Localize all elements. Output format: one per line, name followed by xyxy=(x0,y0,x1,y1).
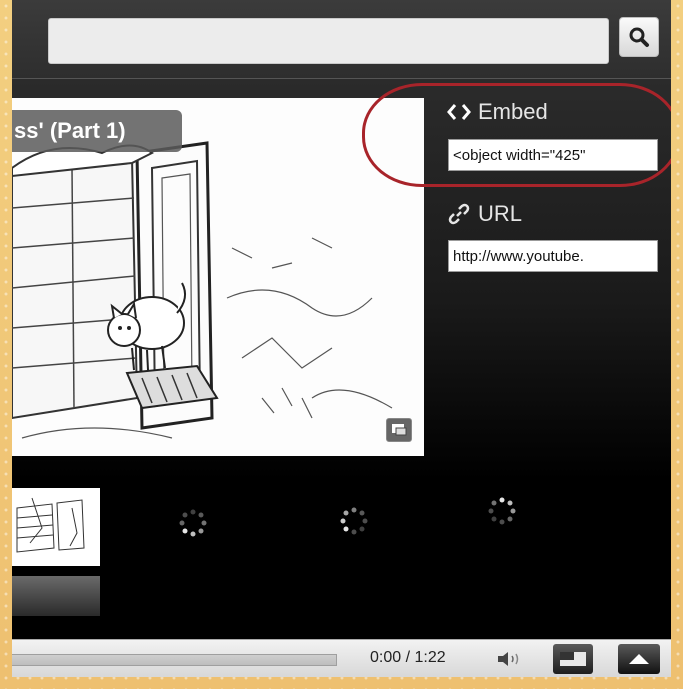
speaker-icon xyxy=(498,652,519,666)
progress-bar[interactable] xyxy=(12,654,337,666)
time-display: 0:00 / 1:22 xyxy=(370,649,446,666)
search-bar xyxy=(12,0,671,79)
highlight-circle xyxy=(362,83,671,187)
search-input[interactable] xyxy=(48,18,609,64)
video-title-overlay: ss' (Part 1) xyxy=(12,110,182,152)
related-thumbnail[interactable] xyxy=(12,576,100,616)
volume-button[interactable] xyxy=(490,644,530,674)
url-field[interactable] xyxy=(448,240,658,272)
popout-icon xyxy=(392,424,407,436)
magnifier-icon xyxy=(629,27,649,47)
player-controls: 0:00 / 1:22 xyxy=(12,639,671,677)
thumbnail-image xyxy=(16,497,85,553)
related-thumbnail[interactable] xyxy=(12,488,100,566)
up-arrow-icon xyxy=(629,654,649,664)
loading-spinner xyxy=(179,509,207,537)
popout-button[interactable] xyxy=(386,418,412,442)
expand-button[interactable] xyxy=(618,644,660,674)
url-label: URL xyxy=(478,201,523,226)
loading-spinner xyxy=(488,497,516,525)
video-player: ss' (Part 1) Embed URL xyxy=(12,0,671,677)
video-title: ss' (Part 1) xyxy=(14,118,126,143)
video-frame[interactable]: ss' (Part 1) xyxy=(12,98,424,456)
link-icon xyxy=(448,203,470,225)
search-button[interactable] xyxy=(619,17,659,57)
loading-spinner xyxy=(340,507,368,535)
player-size-icon xyxy=(560,652,586,666)
url-label-row: URL xyxy=(448,201,522,227)
player-size-button[interactable] xyxy=(553,644,593,674)
